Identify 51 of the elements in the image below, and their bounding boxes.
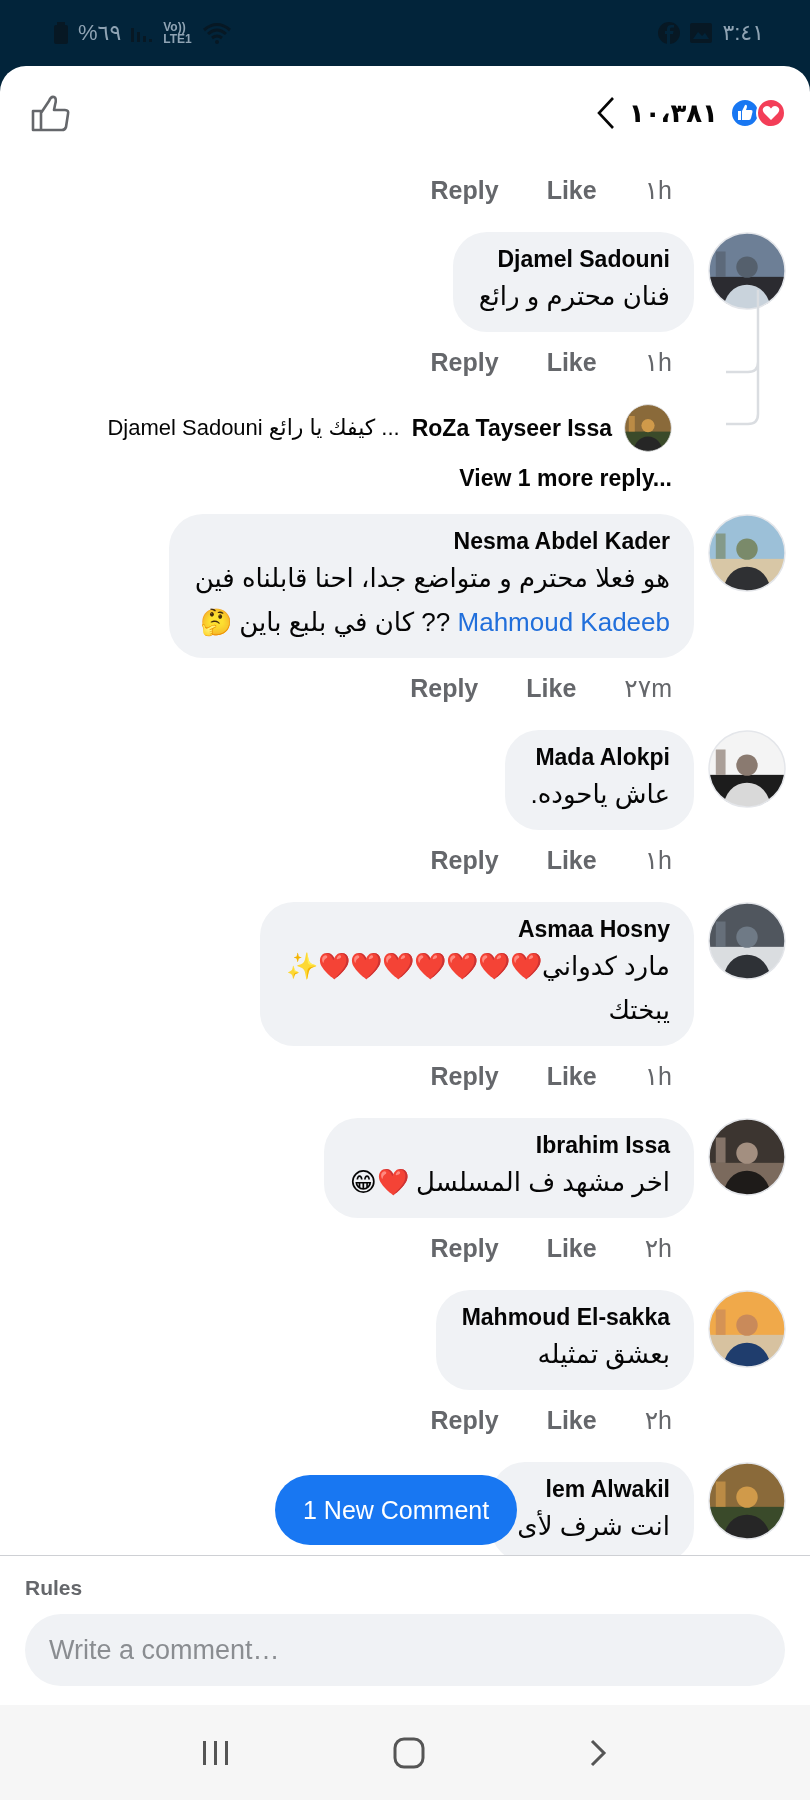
reply-link[interactable]: Reply <box>430 347 499 377</box>
commenter-name[interactable]: Asmaa Hosny <box>517 914 670 944</box>
like-link[interactable]: Like <box>546 1405 597 1435</box>
battery-percent: %٦٩ <box>78 20 122 46</box>
commenter-name[interactable]: Djamel Sadouni <box>497 244 670 274</box>
comment-text: يبختك <box>608 994 670 1027</box>
reply-link[interactable]: Reply <box>430 1233 499 1263</box>
comment-text: عاش ياحوده. <box>530 778 670 812</box>
recent-apps-icon[interactable] <box>201 1738 231 1767</box>
commenter-name[interactable]: Ibrahim Issa <box>535 1130 670 1160</box>
commenter-name[interactable]: Mada Alokpi <box>535 742 670 772</box>
comment-text: انت شرف لأى <box>517 1509 670 1544</box>
like-icon[interactable] <box>30 93 70 133</box>
reply-link[interactable]: Reply <box>430 845 499 875</box>
mention-link[interactable]: Mahmoud Kadeeb <box>457 607 670 637</box>
comment-time: ١h <box>644 175 672 205</box>
comment-text: هو فعلا محترم و متواضع جدا، احنا قابلناه فين <box>194 562 670 596</box>
like-link[interactable]: Like <box>546 1233 597 1263</box>
status-time: ٣:٤١ <box>722 20 764 46</box>
comment-time: ٢٧m <box>624 673 672 703</box>
like-link[interactable]: Like <box>546 845 597 875</box>
comment-time: ١h <box>644 845 672 875</box>
like-link[interactable]: Like <box>546 175 597 205</box>
reply-link[interactable]: Reply <box>430 175 499 205</box>
reply-preview-text[interactable]: ... كيفك يا رائع Djamel Sadouni <box>107 415 400 441</box>
volte-indicator: Vo)) LTE1 <box>163 21 192 45</box>
comment-text: فنان محترم و رائع <box>478 280 670 314</box>
comment-time: ١h <box>644 1061 672 1091</box>
comment-text: بعشق تمثيله <box>537 1338 670 1372</box>
like-link[interactable]: Like <box>526 673 577 703</box>
rules-link[interactable]: Rules <box>25 1576 785 1600</box>
reply-link[interactable]: Reply <box>410 673 479 703</box>
comment-text: اخر مشهد ف المسلسل ❤😁 <box>349 1166 670 1200</box>
comment-text: مارد كدواني❤❤❤❤❤❤❤✨ <box>286 950 670 984</box>
comment-time: ١h <box>644 347 672 377</box>
comment-time: ٢h <box>644 1233 672 1263</box>
love-reaction-icon <box>756 98 786 128</box>
new-comment-button[interactable]: 1 New Comment <box>275 1475 518 1545</box>
view-more-replies-link[interactable]: View 1 more reply... <box>459 454 672 502</box>
comment-time: ٢h <box>644 1405 672 1435</box>
commenter-name[interactable]: lem Alwakil <box>545 1474 670 1504</box>
reply-link[interactable]: Reply <box>430 1061 499 1091</box>
reaction-count[interactable]: ١٠،٣٨١ <box>628 97 718 129</box>
reply-author-name[interactable]: RoZa Tayseer Issa <box>411 414 612 442</box>
like-link[interactable]: Like <box>546 1061 597 1091</box>
comment-input[interactable]: Write a comment… <box>25 1614 785 1686</box>
commenter-name[interactable]: Nesma Abdel Kader <box>453 526 670 556</box>
commenter-name[interactable]: Mahmoud El-sakka <box>461 1302 670 1332</box>
home-icon[interactable] <box>393 1736 425 1769</box>
like-link[interactable]: Like <box>546 347 597 377</box>
reply-link[interactable]: Reply <box>430 1405 499 1435</box>
